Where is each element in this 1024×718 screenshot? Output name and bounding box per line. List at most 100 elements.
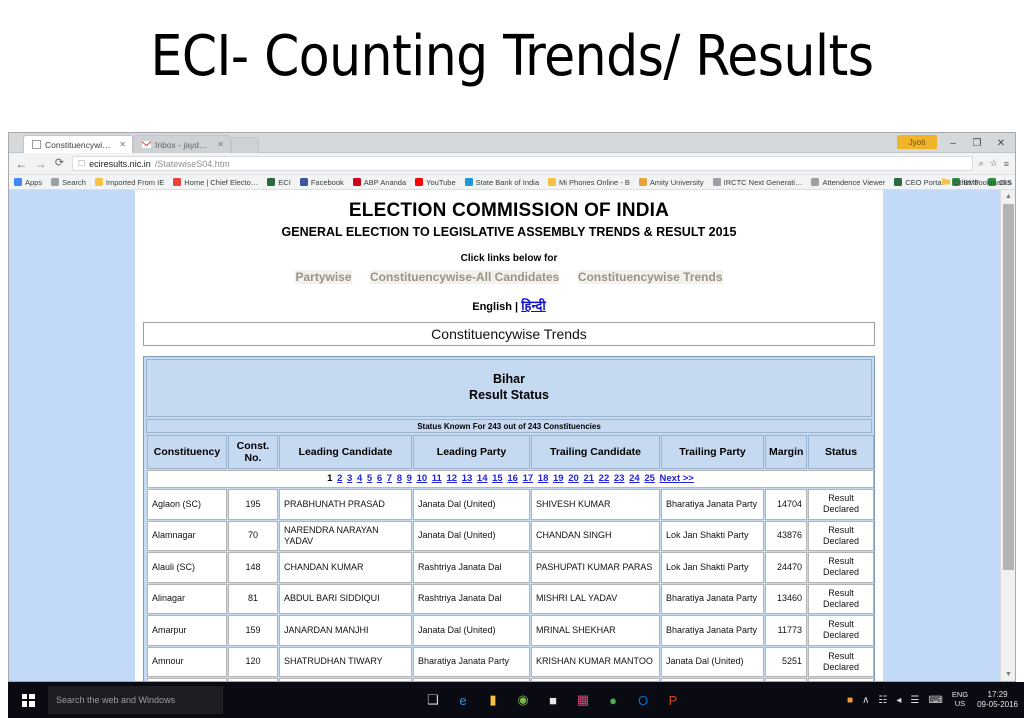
pagination-next[interactable]: Next >> (660, 473, 694, 484)
store-icon[interactable]: ■ (543, 690, 563, 710)
amity-icon (638, 178, 647, 186)
bookmark-youtube[interactable]: YouTube (415, 178, 456, 187)
eci-heading: ELECTION COMMISSION OF INDIA (348, 200, 670, 221)
cell-leading-party: Rashtriya Janata Dal (413, 583, 530, 614)
bookmark-apps[interactable]: Apps (14, 178, 42, 187)
user-profile-badge[interactable]: Jyoti (897, 135, 937, 149)
bookmark-abp-ananda[interactable]: ABP Ananda (352, 178, 406, 187)
bookmark-label: IRCTC Next Generati… (723, 177, 803, 187)
tab-constituencywise-trends[interactable]: Constituencywise Trends ✕ (23, 135, 133, 153)
pagination-page-20[interactable]: 20 (568, 473, 579, 484)
pagination-page-9[interactable]: 9 (407, 473, 412, 484)
pagination-page-13[interactable]: 13 (462, 473, 473, 484)
cell-trailing-candidate: KRISHAN KUMAR MANTOO (531, 646, 660, 677)
bookmark-search[interactable]: Search (51, 178, 86, 187)
tab-gmail-inbox[interactable]: Inbox - jaydipelection@g ✕ (133, 135, 231, 153)
pagination-page-25[interactable]: 25 (644, 473, 655, 484)
link-constituencywise-all-candidates[interactable]: Constituencywise-All Candidates (369, 270, 560, 284)
pagination-page-14[interactable]: 14 (477, 473, 488, 484)
url-host: eciresults.nic.in (89, 158, 151, 169)
network-icon[interactable]: ☷ (878, 695, 887, 706)
pagination-page-6[interactable]: 6 (377, 473, 382, 484)
bookmark-star-icon[interactable]: ☆ (990, 158, 998, 169)
col-status: Status (808, 435, 874, 470)
pagination-page-16[interactable]: 16 (507, 473, 518, 484)
cell-const-no: 120 (228, 646, 278, 677)
bookmark-home-chief-electo[interactable]: Home | Chief Electo… (173, 178, 258, 187)
pagination-page-12[interactable]: 12 (446, 473, 457, 484)
link-partywise[interactable]: Partywise (295, 270, 352, 284)
maximize-button[interactable]: ❐ (965, 133, 989, 153)
pagination-page-7[interactable]: 7 (387, 473, 392, 484)
new-tab-button[interactable] (231, 137, 259, 153)
camera-icon[interactable]: ◉ (513, 690, 533, 710)
close-icon[interactable]: ✕ (119, 140, 126, 149)
bookmark-facebook[interactable]: Facebook (299, 178, 344, 187)
language-english[interactable]: English (472, 301, 512, 313)
scroll-up-icon[interactable]: ▲ (1001, 190, 1015, 204)
bookmark-label: Apps (25, 177, 43, 187)
task-view-icon[interactable]: ❑ (423, 690, 443, 710)
cell-constituency: Alauli (SC) (147, 552, 227, 583)
reload-icon[interactable]: ⟳ (53, 158, 66, 169)
scroll-down-icon[interactable]: ▼ (1001, 668, 1015, 681)
outlook-icon[interactable]: O (633, 690, 653, 710)
vertical-scrollbar[interactable]: ▲ ▼ (1000, 190, 1015, 681)
bookmark-label: ECI (278, 177, 291, 187)
taskbar-search-input[interactable]: Search the web and Windows (48, 686, 223, 714)
pagination-page-19[interactable]: 19 (553, 473, 564, 484)
chrome-menu-icon[interactable]: ≡ (1004, 159, 1009, 169)
action-center-icon[interactable]: ☰ (910, 695, 919, 706)
link-constituencywise-trends[interactable]: Constituencywise Trends (577, 270, 723, 284)
minimize-button[interactable]: – (941, 133, 965, 153)
section-bar: Constituencywise Trends (143, 322, 875, 346)
cell-leading-candidate: ABDUL BARI SIDDIQUI (279, 583, 412, 614)
col-constituency: Constituency (147, 435, 227, 470)
keyboard-icon[interactable]: ⌨ (928, 695, 942, 706)
pagination-page-5[interactable]: 5 (367, 473, 372, 484)
bookmark-imported-from-ie[interactable]: Imported From IE (94, 178, 164, 187)
bookmark-amity-university[interactable]: Amity University (638, 178, 704, 187)
pagination-page-10[interactable]: 10 (417, 473, 428, 484)
forward-icon[interactable]: → (34, 158, 47, 170)
powerpoint-icon[interactable]: P (663, 690, 683, 710)
pagination-page-11[interactable]: 11 (432, 473, 442, 484)
pagination-page-24[interactable]: 24 (629, 473, 640, 484)
back-icon[interactable]: ← (15, 158, 28, 170)
address-bar[interactable]: ☐ eciresults.nic.in/StatewiseS04.htm (72, 156, 973, 171)
edge-icon[interactable]: e (453, 690, 473, 710)
pagination-page-22[interactable]: 22 (599, 473, 610, 484)
bookmark-eci[interactable]: ECI (267, 178, 291, 187)
close-icon[interactable]: ✕ (217, 140, 224, 149)
chrome-icon[interactable]: ● (603, 690, 623, 710)
bookmark-state-bank-of-india[interactable]: State Bank of India (464, 178, 539, 187)
bookmark-mi-phones-online-b[interactable]: Mi Phones Online - B (548, 178, 630, 187)
chevron-up-icon[interactable]: ∧ (862, 695, 869, 706)
volume-icon[interactable]: ◂ (896, 695, 901, 706)
bookmark-ceo-portal[interactable]: CEO Portal (894, 178, 943, 187)
language-indicator[interactable]: ENG US (952, 691, 968, 708)
eci-icon (267, 178, 276, 186)
pagination-page-21[interactable]: 21 (583, 473, 594, 484)
pagination-page-4[interactable]: 4 (357, 473, 362, 484)
clock[interactable]: 17:29 09-05-2016 (977, 690, 1018, 709)
other-bookmarks-button[interactable]: Other bookmarks (942, 177, 1011, 187)
close-button[interactable]: ✕ (989, 133, 1013, 153)
scrollbar-thumb[interactable] (1003, 204, 1014, 570)
sbi-icon (464, 178, 473, 186)
pagination-page-18[interactable]: 18 (538, 473, 549, 484)
photos-icon[interactable]: ▦ (573, 690, 593, 710)
start-button[interactable] (8, 682, 48, 718)
pagination-page-23[interactable]: 23 (614, 473, 625, 484)
pagination-page-17[interactable]: 17 (523, 473, 534, 484)
bookmark-attendence-viewer[interactable]: Attendence Viewer (811, 178, 885, 187)
language-hindi[interactable]: हिन्दी (521, 298, 546, 313)
pagination-page-15[interactable]: 15 (492, 473, 503, 484)
bookmark-irctc-next-generati[interactable]: IRCTC Next Generati… (712, 177, 803, 187)
zoom-icon[interactable]: ⌕ (979, 158, 984, 169)
pagination-page-2[interactable]: 2 (337, 473, 342, 484)
tray-app-icon[interactable]: ■ (847, 695, 853, 706)
pagination-page-3[interactable]: 3 (347, 473, 352, 484)
pagination-page-8[interactable]: 8 (397, 473, 402, 484)
file-explorer-icon[interactable]: ▮ (483, 690, 503, 710)
